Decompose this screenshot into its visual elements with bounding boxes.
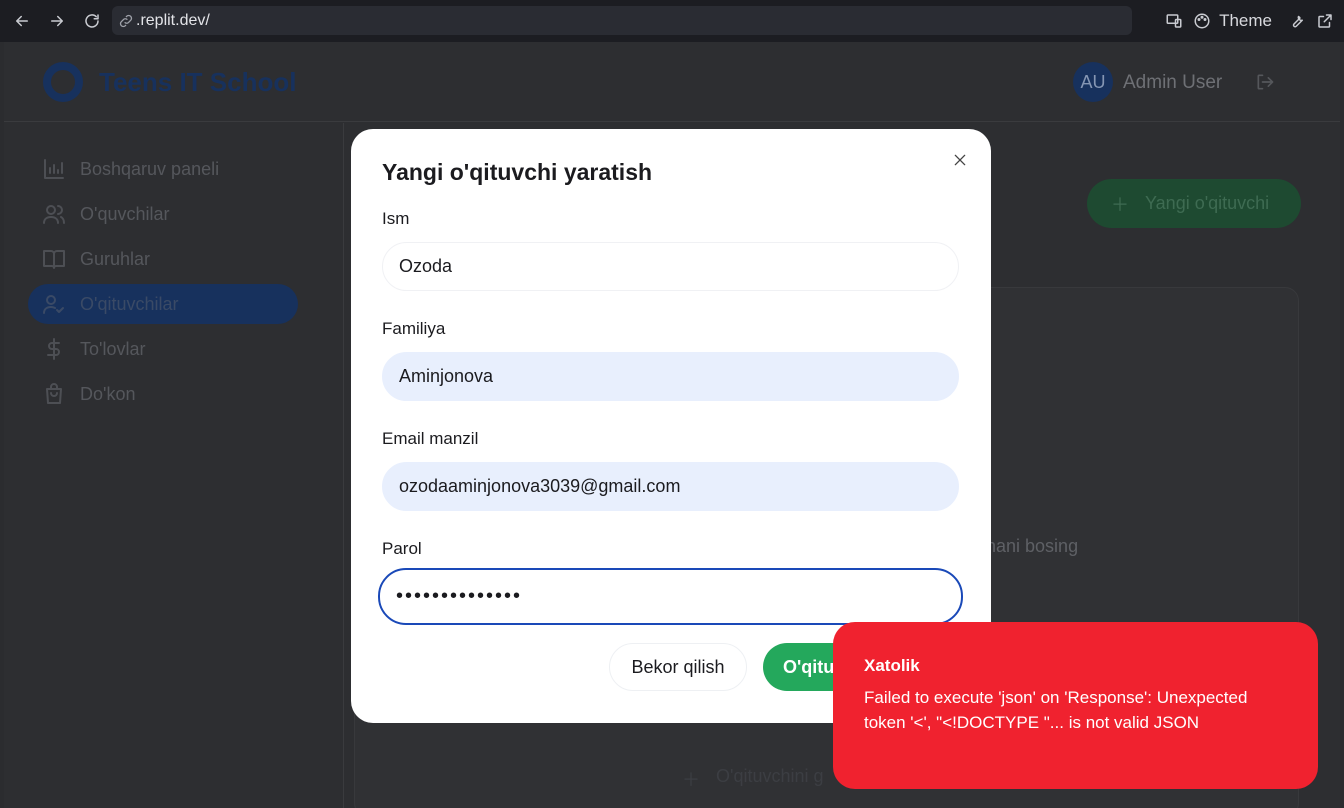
user-name: Admin User [1123,72,1223,93]
user-check-icon [43,295,64,314]
cancel-button[interactable]: Bekor qilish [609,643,747,691]
arrow-right-icon [51,15,63,27]
sidebar: Boshqaruv paneli O'quvchilar Guruhlar O'… [4,123,344,808]
avatar: AU [1073,62,1113,102]
link-icon [119,14,133,27]
sidebar-item-teachers[interactable]: O'qituvchilar [28,284,298,324]
plus-icon: ＋ [1111,194,1129,215]
last-name-label: Familiya [382,319,446,338]
sidebar-item-label: To'lovlar [80,338,146,359]
back-button[interactable] [5,4,39,38]
sidebar-item-label: Do'kon [80,383,136,404]
email-field[interactable] [382,462,959,511]
external-link-icon[interactable] [1316,12,1334,30]
last-name-field[interactable] [382,352,959,401]
password-field[interactable] [378,568,963,625]
theme-label: Theme [1219,11,1272,30]
forward-button[interactable] [40,4,74,38]
close-icon [954,154,966,166]
bar-chart-icon [44,159,64,179]
reload-icon [85,14,99,28]
first-name-field[interactable] [382,242,959,291]
arrow-left-icon [16,15,28,27]
sidebar-item-label: Guruhlar [80,248,151,269]
toast-title: Xatolik [864,656,920,675]
modal-title: Yangi o'qituvchi yaratish [382,159,653,185]
add-teacher-label: O'qituvchini g [716,766,824,786]
theme-button[interactable]: Theme [1193,11,1272,31]
add-teacher-link[interactable]: ＋ O'qituvchini g [682,766,824,792]
sidebar-item-students[interactable]: O'quvchilar [28,194,298,234]
logout-icon [1257,74,1274,90]
brand-name: Teens IT School [99,67,297,97]
address-bar[interactable]: .replit.dev/ [112,6,1132,35]
dollar-icon [47,338,60,360]
book-open-icon [43,250,65,269]
shopping-bag-icon [46,383,62,404]
new-teacher-button[interactable]: ＋ Yangi o'qituvchi [1087,179,1301,228]
sidebar-item-payments[interactable]: To'lovlar [28,329,298,369]
users-icon [43,205,65,224]
url-text: .replit.dev/ [136,11,210,29]
palette-icon [1194,13,1210,29]
plus-icon: ＋ [682,770,700,790]
sidebar-item-groups[interactable]: Guruhlar [28,239,298,279]
sidebar-item-label: Boshqaruv paneli [80,158,220,179]
error-toast: Xatolik Failed to execute 'json' on 'Res… [833,622,1318,789]
password-label: Parol [382,539,422,558]
sidebar-item-label: O'quvchilar [80,203,170,224]
wrench-icon[interactable] [1288,12,1306,30]
email-label: Email manzil [382,429,479,448]
devices-icon[interactable] [1165,12,1183,30]
sidebar-item-dashboard[interactable]: Boshqaruv paneli [28,149,298,189]
empty-hint: nani bosing [986,536,1079,556]
toast-message: Failed to execute 'json' on 'Response': … [864,688,1248,732]
logo-icon [43,62,83,102]
close-button[interactable] [949,149,971,171]
sidebar-item-label: O'qituvchilar [80,293,179,314]
sidebar-item-shop[interactable]: Do'kon [28,374,298,414]
app-header: Teens IT School AU Admin User [4,42,1340,122]
browser-toolbar: .replit.dev/ Theme [0,0,1344,42]
first-name-label: Ism [382,209,410,228]
toolbar-actions: Theme [1165,0,1334,42]
new-teacher-label: Yangi o'qituvchi [1145,193,1270,213]
reload-button[interactable] [75,4,109,38]
logout-button[interactable] [1255,72,1275,97]
